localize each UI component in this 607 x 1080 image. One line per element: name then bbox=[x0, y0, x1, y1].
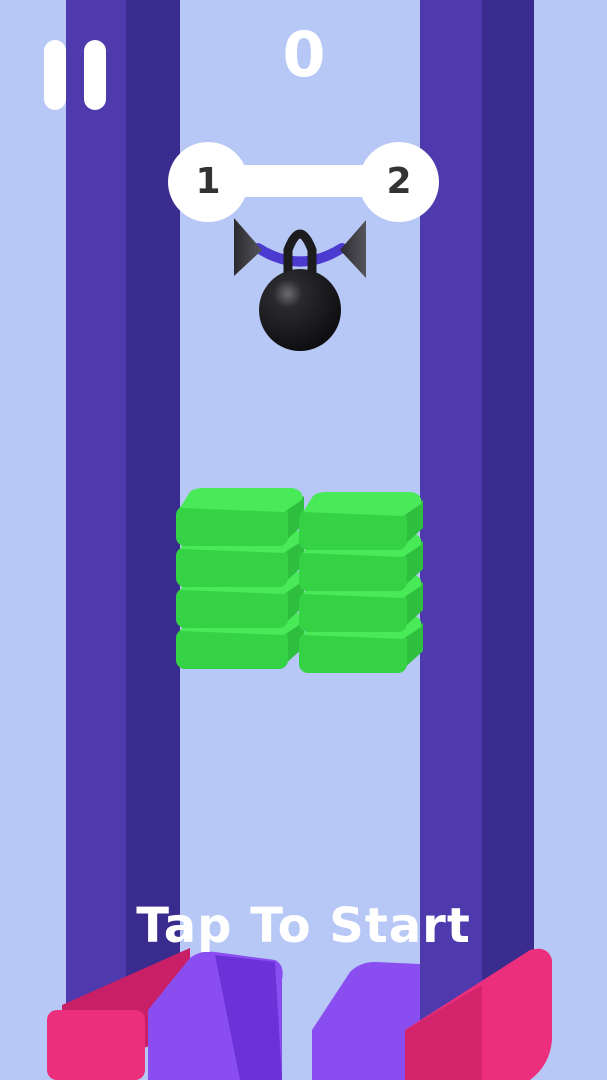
player-character bbox=[234, 218, 366, 351]
bottom-bases bbox=[47, 948, 552, 1080]
green-stack-left bbox=[176, 488, 304, 669]
pause-icon[interactable] bbox=[44, 40, 66, 110]
green-platform-left-slab bbox=[176, 488, 304, 546]
pause-icon-bar[interactable] bbox=[84, 40, 106, 110]
green-stack-right bbox=[299, 492, 423, 673]
spike-right-icon bbox=[340, 220, 366, 278]
score-display: 0 bbox=[282, 18, 326, 91]
spike-left-icon bbox=[234, 218, 262, 276]
character-arms bbox=[253, 243, 347, 267]
base-pink-left bbox=[47, 1010, 145, 1080]
level-current-badge: 1 bbox=[168, 142, 248, 222]
base-purple-right bbox=[312, 962, 420, 1080]
level-next-badge: 2 bbox=[359, 142, 439, 222]
green-platform-right-slab bbox=[299, 492, 423, 550]
tap-to-start-prompt[interactable]: Tap To Start bbox=[0, 898, 607, 954]
character-ball bbox=[259, 269, 341, 351]
